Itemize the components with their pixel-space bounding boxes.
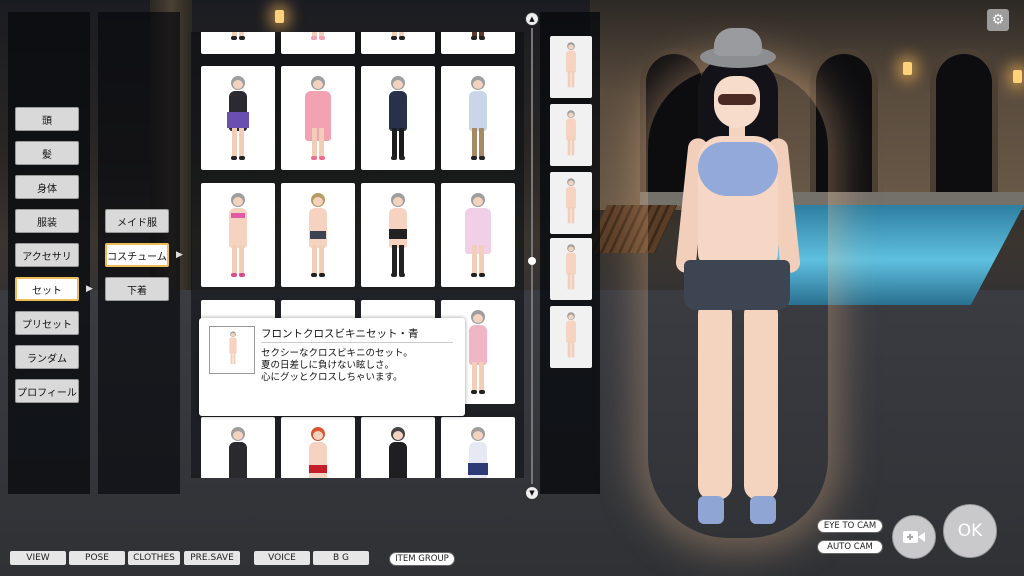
gear-icon[interactable]: ⚙ [987, 9, 1009, 31]
outfit-card[interactable] [361, 32, 435, 54]
eye-to-cam-button[interactable]: EYE TO CAM [817, 519, 883, 533]
grid-scrollbar[interactable]: ▲ ▼ [525, 10, 539, 504]
outfit-card[interactable] [201, 183, 275, 287]
auto-cam-button[interactable]: AUTO CAM [817, 540, 883, 554]
arrow-up-icon[interactable]: ▲ [525, 12, 539, 26]
tooltip-thumbnail [209, 326, 255, 374]
outfit-card[interactable] [361, 66, 435, 170]
preview-thumb[interactable] [550, 306, 592, 368]
scroll-thumb[interactable] [528, 257, 536, 265]
sunglasses [718, 94, 756, 105]
outfit-card[interactable] [281, 183, 355, 287]
bikini-top [698, 142, 778, 196]
category-set-button[interactable]: セット [15, 277, 79, 301]
view-button[interactable]: VIEW [10, 551, 66, 565]
category-body-button[interactable]: 身体 [15, 175, 79, 199]
outfit-card[interactable] [441, 417, 515, 478]
pose-button[interactable]: POSE [69, 551, 125, 565]
preview-thumb[interactable] [550, 172, 592, 234]
tooltip-divider [261, 342, 453, 343]
chevron-right-icon: ▶ [86, 284, 93, 294]
outfit-card[interactable] [441, 66, 515, 170]
character-model[interactable] [668, 28, 808, 538]
preview-thumb[interactable] [550, 36, 592, 98]
ok-button[interactable]: OK [943, 504, 997, 558]
scroll-track [531, 28, 533, 484]
outfit-card[interactable] [361, 417, 435, 478]
outfit-card[interactable] [441, 32, 515, 54]
outfit-card[interactable] [201, 417, 275, 478]
tooltip-title: フロントクロスビキニセット・青 [261, 328, 419, 340]
clothes-button[interactable]: CLOTHES [128, 551, 180, 565]
lamp [275, 10, 284, 23]
arrow-down-icon[interactable]: ▼ [525, 486, 539, 500]
tooltip-desc-line: 心にグッとクロスしちゃいます。 [261, 372, 403, 383]
bg-button[interactable]: B G [313, 551, 369, 565]
camera-button[interactable] [892, 515, 936, 559]
outfit-card[interactable] [281, 32, 355, 54]
category-profile-button[interactable]: プロフィール [15, 379, 79, 403]
denim-shorts [684, 260, 790, 310]
voice-button[interactable]: VOICE [254, 551, 310, 565]
item-group-button[interactable]: ITEM GROUP [389, 552, 455, 566]
category-head-button[interactable]: 頭 [15, 107, 79, 131]
hat-crown [714, 28, 762, 56]
pre-save-button[interactable]: PRE.SAVE [184, 551, 240, 565]
sandal [698, 496, 724, 524]
outfit-card[interactable] [201, 32, 275, 54]
category-clothes-button[interactable]: 服装 [15, 209, 79, 233]
character-leg [698, 300, 732, 500]
skirt [468, 463, 488, 475]
sub-costume-button[interactable]: コスチューム [105, 243, 169, 267]
lamp [903, 62, 912, 75]
chevron-right-icon: ▶ [176, 250, 183, 260]
preview-thumb[interactable] [550, 238, 592, 300]
item-tooltip: フロントクロスビキニセット・青 セクシーなクロスビキニのセット。 夏の日差しに負… [199, 318, 465, 416]
preview-thumb[interactable] [550, 104, 592, 166]
outfit-card[interactable] [281, 417, 355, 478]
shorts [310, 231, 326, 239]
outfit-card[interactable] [441, 183, 515, 287]
swimsuit [309, 465, 327, 473]
character-leg [744, 300, 778, 500]
sub-maid-button[interactable]: メイド服 [105, 209, 169, 233]
outfit-card[interactable] [361, 183, 435, 287]
skirt [389, 229, 407, 239]
tooltip-desc-line: セクシーなクロスビキニのセット。 [261, 348, 413, 359]
category-accessory-button[interactable]: アクセサリ [15, 243, 79, 267]
sandal [750, 496, 776, 524]
category-random-button[interactable]: ランダム [15, 345, 79, 369]
tooltip-description: セクシーなクロスビキニのセット。 夏の日差しに負けない眩しさ。 心にグッとクロス… [261, 348, 413, 384]
swimsuit [231, 213, 245, 218]
outfit-card[interactable] [201, 66, 275, 170]
lamp [1013, 70, 1022, 83]
wall-arch [930, 48, 998, 198]
category-preset-button[interactable]: プリセット [15, 311, 79, 335]
tooltip-desc-line: 夏の日差しに負けない眩しさ。 [261, 360, 395, 371]
camera-icon [903, 531, 925, 543]
sub-underwear-button[interactable]: 下着 [105, 277, 169, 301]
outfit-card[interactable] [281, 66, 355, 170]
skirt [227, 112, 249, 128]
category-hair-button[interactable]: 髪 [15, 141, 79, 165]
